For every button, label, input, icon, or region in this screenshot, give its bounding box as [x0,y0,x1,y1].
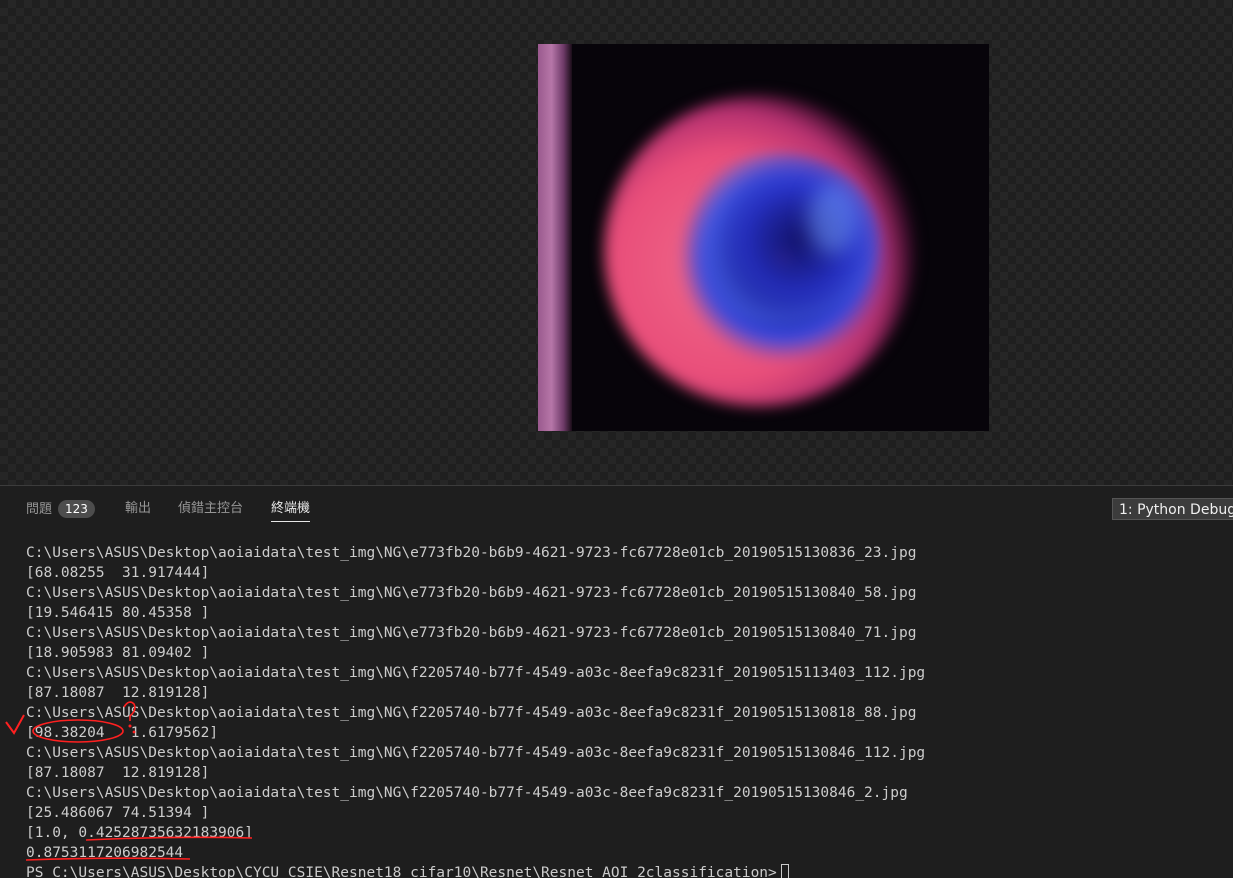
terminal-line: [19.546415 80.45358 ] [26,605,210,621]
terminal-prompt: PS C:\Users\ASUS\Desktop\CYCU_CSIE\Resne… [26,865,777,878]
image-highlight [808,184,858,254]
terminal-line: [1.0, 0.42528735632183906] [26,825,253,841]
preview-image [538,44,989,431]
terminal-output[interactable]: C:\Users\ASUS\Desktop\aoiaidata\test_img… [26,543,1226,878]
terminal-line: 0.8753117206982544 [26,845,184,861]
terminal-line: [87.18087 12.819128] [26,765,210,781]
tab-debug-console[interactable]: 偵錯主控台 [178,500,243,522]
panel-tabs: 問題 123 輸出 偵錯主控台 終端機 [0,486,1000,526]
terminal-line: C:\Users\ASUS\Desktop\aoiaidata\test_img… [26,745,926,761]
terminal-selector-dropdown[interactable]: 1: Python Debug Console [1112,498,1233,520]
terminal-cursor [780,864,789,878]
image-edge-strip [538,44,572,431]
terminal-line: C:\Users\ASUS\Desktop\aoiaidata\test_img… [26,545,917,561]
tab-problems[interactable]: 問題 123 [26,500,95,522]
terminal-line: C:\Users\ASUS\Desktop\aoiaidata\test_img… [26,585,917,601]
terminal-line: C:\Users\ASUS\Desktop\aoiaidata\test_img… [26,625,917,641]
terminal-line: C:\Users\ASUS\Desktop\aoiaidata\test_img… [26,785,908,801]
tab-problems-label: 問題 [26,502,53,517]
terminal-prompt-line: PS C:\Users\ASUS\Desktop\CYCU_CSIE\Resne… [26,863,1226,878]
problems-count-badge: 123 [58,500,95,518]
terminal-line: C:\Users\ASUS\Desktop\aoiaidata\test_img… [26,665,926,681]
terminal-line: [87.18087 12.819128] [26,685,210,701]
terminal-line: [98.38204 1.6179562] [26,725,219,741]
tab-terminal[interactable]: 終端機 [271,500,311,522]
terminal-line: [68.08255 31.917444] [26,565,210,581]
image-preview-area [0,0,1233,485]
bottom-panel: 問題 123 輸出 偵錯主控台 終端機 1: Python Debug Conso… [0,485,1233,878]
terminal-line: C:\Users\ASUS\Desktop\aoiaidata\test_img… [26,705,917,721]
terminal-line: [25.486067 74.51394 ] [26,805,210,821]
terminal-line: [18.905983 81.09402 ] [26,645,210,661]
tab-output[interactable]: 輸出 [125,500,151,522]
